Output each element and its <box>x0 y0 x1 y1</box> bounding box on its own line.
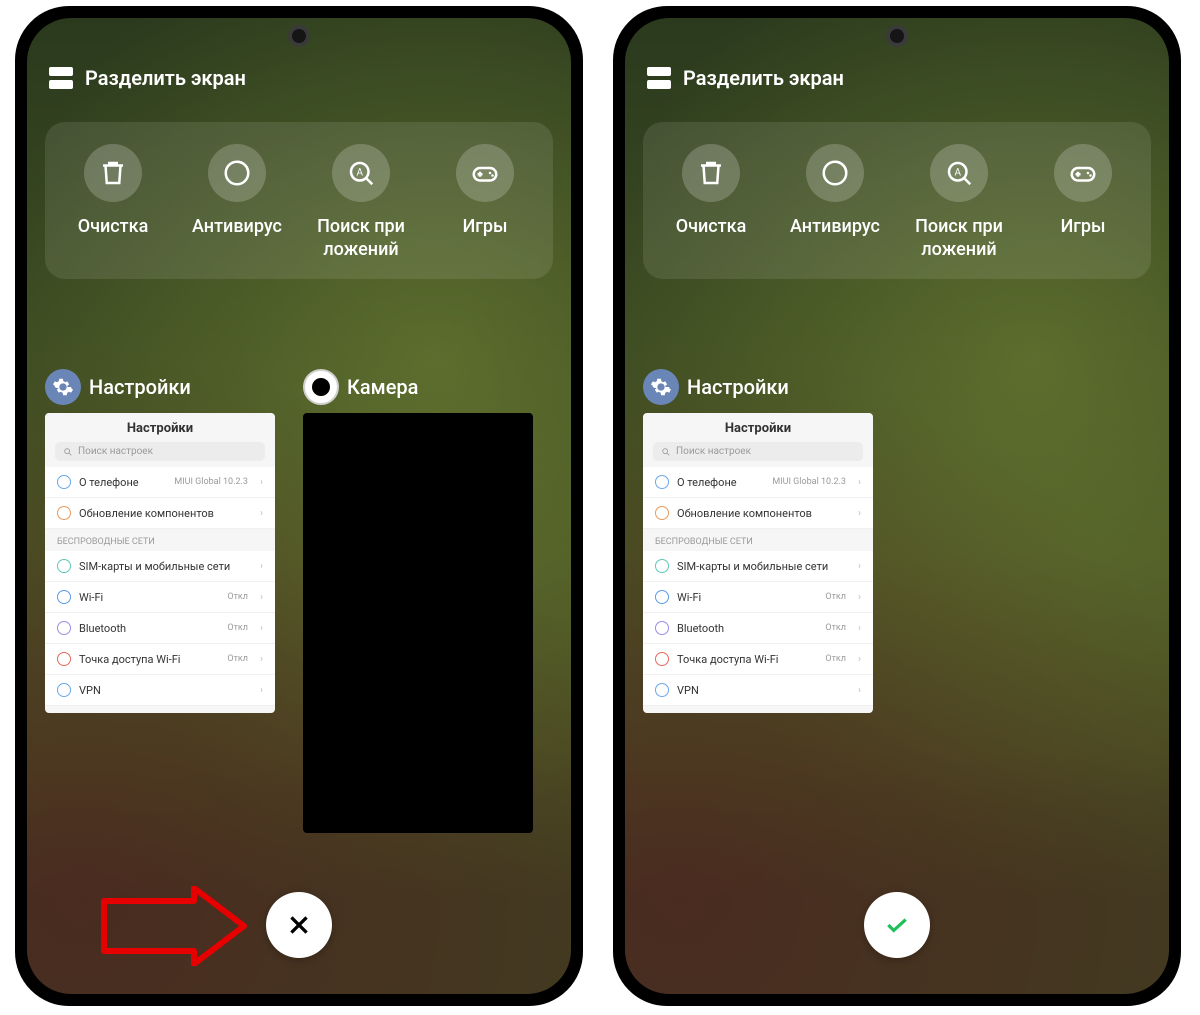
section-wireless: БЕСПРОВОДНЫЕ СЕТИ <box>45 529 275 551</box>
row-sim: SIM-карты и мобильные сети› <box>45 551 275 582</box>
close-all-button[interactable] <box>266 892 332 958</box>
gamepad-icon <box>1054 144 1112 202</box>
row-hotspot: Точка доступа Wi-Fi Откл› <box>45 644 275 675</box>
scan-icon <box>208 144 266 202</box>
side-button <box>1179 304 1181 414</box>
settings-icon <box>643 369 679 405</box>
settings-icon <box>45 369 81 405</box>
row-about-phone: О телефоне MIUI Global 10.2.3› <box>643 467 873 498</box>
front-camera <box>886 25 908 47</box>
annotation-arrow <box>99 886 259 966</box>
row-vpn: VPN› <box>45 675 275 706</box>
svg-text:A: A <box>356 168 363 179</box>
screen-right: Разделить экран Очистка Антивирус A Поис… <box>625 18 1169 994</box>
trash-icon <box>682 144 740 202</box>
recent-apps: Настройки Настройки Поиск настроек О тел… <box>27 279 571 833</box>
scan-icon <box>806 144 864 202</box>
app-header: Настройки <box>643 369 883 405</box>
gamepad-icon <box>456 144 514 202</box>
section-wireless: БЕСПРОВОДНЫЕ СЕТИ <box>643 529 873 551</box>
tool-cleaner[interactable]: Очистка <box>649 144 773 261</box>
tool-cleaner[interactable]: Очистка <box>51 144 175 261</box>
recent-app-settings[interactable]: Настройки Настройки Поиск настроек О тел… <box>643 369 883 713</box>
security-tools-panel: Очистка Антивирус A Поиск при ложений Иг… <box>643 122 1151 279</box>
tool-games[interactable]: Игры <box>1021 144 1145 261</box>
row-hotspot: Точка доступа Wi-Fi Откл› <box>643 644 873 675</box>
front-camera <box>288 25 310 47</box>
camera-icon <box>303 369 339 405</box>
split-screen-icon <box>49 67 73 89</box>
confirm-button[interactable] <box>864 892 930 958</box>
security-tools-panel: Очистка Антивирус A Поиск при ложений Иг… <box>45 122 553 279</box>
check-icon <box>884 912 910 938</box>
side-button <box>581 214 583 284</box>
app-title: Настройки <box>687 375 789 399</box>
row-about-phone: О телефоне MIUI Global 10.2.3› <box>45 467 275 498</box>
phone-frame-right: Разделить экран Очистка Антивирус A Поис… <box>613 6 1181 1006</box>
screen-left: Разделить экран Очистка Антивирус A Поис… <box>27 18 571 994</box>
settings-search: Поиск настроек <box>55 442 265 461</box>
card-title: Настройки <box>643 413 873 442</box>
settings-search: Поиск настроек <box>653 442 863 461</box>
app-header: Настройки <box>45 369 285 405</box>
row-bluetooth: Bluetooth Откл› <box>45 613 275 644</box>
recent-app-camera[interactable]: Камера <box>303 369 543 833</box>
tool-antivirus[interactable]: Антивирус <box>773 144 897 261</box>
tool-games[interactable]: Игры <box>423 144 547 261</box>
row-wifi: Wi-Fi Откл› <box>643 582 873 613</box>
tool-antivirus[interactable]: Антивирус <box>175 144 299 261</box>
search-app-icon: A <box>332 144 390 202</box>
row-updates: Обновление компонентов › <box>45 498 275 529</box>
app-title: Настройки <box>89 375 191 399</box>
trash-icon <box>84 144 142 202</box>
svg-text:A: A <box>954 168 961 179</box>
row-updates: Обновление компонентов › <box>643 498 873 529</box>
settings-preview-card[interactable]: Настройки Поиск настроек О телефоне MIUI… <box>45 413 275 713</box>
row-bluetooth: Bluetooth Откл› <box>643 613 873 644</box>
side-button <box>581 304 583 414</box>
phone-frame-left: Разделить экран Очистка Антивирус A Поис… <box>15 6 583 1006</box>
camera-preview-card[interactable] <box>303 413 533 833</box>
recent-apps: Настройки Настройки Поиск настроек О тел… <box>625 279 1169 713</box>
app-header: Камера <box>303 369 543 405</box>
app-title: Камера <box>347 375 418 399</box>
side-button <box>1179 214 1181 284</box>
close-icon <box>286 912 312 938</box>
tool-app-search[interactable]: A Поиск при ложений <box>897 144 1021 261</box>
split-screen-label: Разделить экран <box>85 66 246 90</box>
search-app-icon: A <box>930 144 988 202</box>
settings-preview-card[interactable]: Настройки Поиск настроек О телефоне MIUI… <box>643 413 873 713</box>
split-screen-icon <box>647 67 671 89</box>
row-wifi: Wi-Fi Откл› <box>45 582 275 613</box>
row-vpn: VPN› <box>643 675 873 706</box>
row-sim: SIM-карты и мобильные сети› <box>643 551 873 582</box>
card-title: Настройки <box>45 413 275 442</box>
split-screen-label: Разделить экран <box>683 66 844 90</box>
recent-app-settings[interactable]: Настройки Настройки Поиск настроек О тел… <box>45 369 285 833</box>
tool-app-search[interactable]: A Поиск при ложений <box>299 144 423 261</box>
